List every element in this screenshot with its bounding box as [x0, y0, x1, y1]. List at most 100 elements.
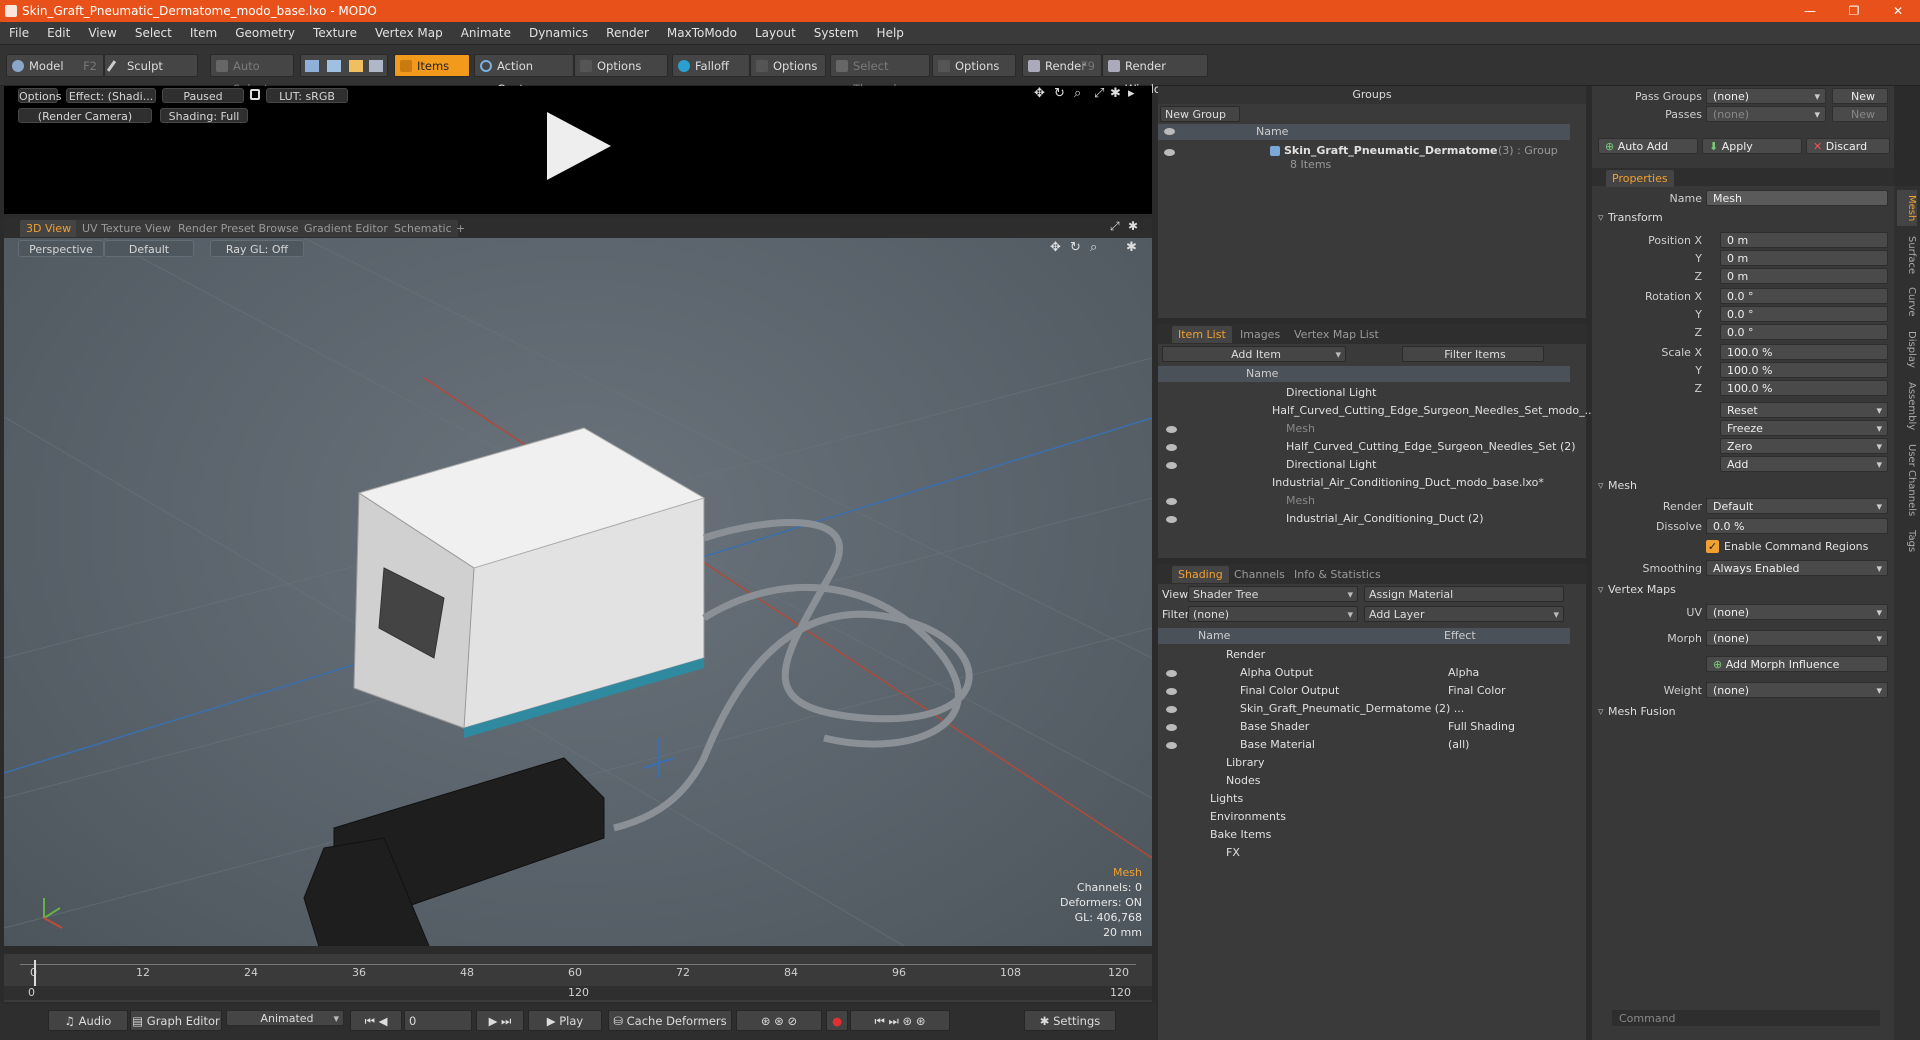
reset-dropdown[interactable]: Reset	[1720, 402, 1888, 419]
group-row[interactable]: Skin_Graft_Pneumatic_Dermatome (3) : Gro…	[1158, 142, 1570, 178]
model-mode-button[interactable]: Model F2	[6, 54, 104, 77]
shader-row[interactable]: Environments	[1210, 810, 1286, 823]
pan-icon[interactable]: ✥	[1050, 240, 1061, 255]
side-tab-surface[interactable]: Surface	[1897, 232, 1917, 278]
add-item-dropdown[interactable]: Add Item	[1162, 346, 1346, 363]
animated-dropdown[interactable]: Animated	[226, 1010, 344, 1027]
shader-row[interactable]: Final Color Output	[1240, 684, 1339, 697]
list-item[interactable]: Mesh	[1286, 422, 1315, 435]
smoothing-dropdown[interactable]: Always Enabled	[1706, 560, 1888, 577]
3d-viewport[interactable]: Perspective Default Ray GL: Off ✥ ↻ ⌕ ✱ …	[4, 238, 1152, 946]
record-icon[interactable]: ●	[826, 1010, 848, 1031]
transport-back-buttons[interactable]: ⏮ ◀	[350, 1010, 402, 1031]
action-center-button[interactable]: Action Center	[474, 54, 574, 96]
playhead[interactable]	[34, 960, 36, 986]
tab-info-statistics[interactable]: Info & Statistics	[1288, 566, 1387, 583]
side-tab-assembly[interactable]: Assembly	[1897, 378, 1917, 434]
default-style-dropdown[interactable]: Default	[104, 240, 194, 257]
dissolve-input[interactable]: 0.0 %	[1706, 518, 1888, 534]
list-item[interactable]: Industrial_Air_Conditioning_Duct (2)	[1286, 512, 1484, 525]
lut-dropdown[interactable]: LUT: sRGB	[266, 88, 348, 103]
close-button[interactable]: ✕	[1876, 0, 1920, 22]
visibility-icon[interactable]	[1166, 444, 1177, 451]
vertex-maps-section[interactable]: Vertex Maps	[1596, 582, 1888, 598]
menu-dynamics[interactable]: Dynamics	[520, 22, 597, 45]
position-z-input[interactable]: 0 m	[1720, 268, 1888, 284]
weight-dropdown[interactable]: (none)	[1706, 682, 1888, 699]
filter-items-input[interactable]: Filter Items	[1402, 346, 1544, 362]
shader-row[interactable]: Lights	[1210, 792, 1243, 805]
cache-deformers-button[interactable]: ⛁ Cache Deformers	[608, 1010, 732, 1031]
menu-maxtomodo[interactable]: MaxToModo	[658, 22, 746, 45]
edges-mode-icon[interactable]	[327, 60, 341, 72]
apply-button[interactable]: ⬇ Apply	[1702, 138, 1802, 154]
side-tab-tags[interactable]: Tags	[1897, 526, 1917, 556]
filter-dropdown[interactable]: (none)	[1188, 606, 1358, 623]
shader-row[interactable]: Nodes	[1226, 774, 1260, 787]
scale-z-input[interactable]: 100.0 %	[1720, 380, 1888, 396]
zoom-icon[interactable]: ⌕	[1090, 240, 1097, 255]
list-item[interactable]: Half_Curved_Cutting_Edge_Surgeon_Needles…	[1272, 404, 1595, 417]
visibility-icon[interactable]	[1166, 498, 1177, 505]
mesh-section[interactable]: Mesh	[1596, 478, 1888, 494]
expand-panel-icon[interactable]: ⤢	[1110, 219, 1120, 234]
menu-select[interactable]: Select	[126, 22, 181, 45]
add-tab-icon[interactable]: +	[450, 220, 471, 237]
render-window-button[interactable]: Render Window	[1102, 54, 1208, 96]
side-tab-mesh[interactable]: Mesh	[1897, 190, 1917, 226]
materials-mode-icon[interactable]	[369, 60, 383, 72]
visibility-icon[interactable]	[1166, 462, 1177, 469]
list-item[interactable]: Directional Light	[1286, 386, 1376, 399]
menu-vertex-map[interactable]: Vertex Map	[366, 22, 452, 45]
auto-add-button[interactable]: ⊕ Auto Add	[1598, 138, 1698, 154]
shading-dropdown[interactable]: Shading: Full	[160, 108, 248, 123]
uv-dropdown[interactable]: (none)	[1706, 604, 1888, 621]
tab-3d-view[interactable]: 3D View	[20, 220, 78, 237]
new-pass-button[interactable]: New	[1832, 106, 1888, 122]
falloff-button[interactable]: Falloff	[672, 54, 750, 77]
key-tools-buttons[interactable]: ⊛ ⊛ ⊘	[736, 1010, 822, 1031]
command-input[interactable]: Command	[1612, 1010, 1880, 1026]
render-camera-dropdown[interactable]: (Render Camera)	[18, 108, 152, 123]
effect-dropdown[interactable]: Final Color	[1448, 684, 1506, 697]
shader-row[interactable]: FX	[1226, 846, 1240, 859]
graph-editor-button[interactable]: ▤ Graph Editor	[130, 1010, 222, 1031]
timeline[interactable]: 0 12 24 36 48 60 72 84 96 108 120 0 120 …	[4, 954, 1152, 1002]
menu-edit[interactable]: Edit	[38, 22, 79, 45]
menu-animate[interactable]: Animate	[452, 22, 520, 45]
shader-row[interactable]: Render	[1226, 648, 1265, 661]
mesh-fusion-section[interactable]: Mesh Fusion	[1596, 704, 1888, 720]
frame-input[interactable]: 0	[404, 1010, 472, 1031]
view-settings-gear-icon[interactable]: ✱	[1126, 240, 1137, 255]
effect-dropdown[interactable]: Alpha	[1448, 666, 1479, 679]
menu-geometry[interactable]: Geometry	[226, 22, 304, 45]
visibility-icon[interactable]	[1166, 706, 1177, 713]
tab-uv-texture-view[interactable]: UV Texture View	[76, 220, 177, 237]
new-pass-group-button[interactable]: New	[1832, 88, 1888, 104]
enable-command-regions-checkbox[interactable]: ✓	[1706, 540, 1719, 553]
settings-button[interactable]: ✱ Settings	[1024, 1010, 1116, 1031]
menu-file[interactable]: File	[0, 22, 38, 45]
visibility-icon[interactable]	[1166, 426, 1177, 433]
tab-gradient-editor[interactable]: Gradient Editor	[298, 220, 394, 237]
zoom-view-icon[interactable]: ⌕	[1074, 86, 1081, 101]
effect-dropdown[interactable]: Full Shading	[1448, 720, 1515, 733]
action-center-options-button[interactable]: Options	[574, 54, 668, 77]
play-button[interactable]: ▶ Play	[528, 1010, 602, 1031]
tab-properties[interactable]: Properties	[1606, 170, 1674, 187]
passes-dropdown[interactable]: (none)	[1706, 106, 1826, 123]
effect-dropdown[interactable]: (all)	[1448, 738, 1469, 751]
zero-dropdown[interactable]: Zero	[1720, 438, 1888, 455]
preview-options-button[interactable]: Options	[18, 88, 61, 103]
select-through-button[interactable]: Select Through	[830, 54, 930, 96]
move-view-icon[interactable]: ✥	[1034, 86, 1045, 101]
viewport-settings-gear-icon[interactable]: ✱	[1128, 219, 1138, 233]
preview-effect-dropdown[interactable]: Effect: (Shadi...	[66, 88, 156, 103]
auto-select-button[interactable]: Auto Select	[210, 54, 294, 96]
rotation-x-input[interactable]: 0.0 °	[1720, 288, 1888, 304]
key-navigation-buttons[interactable]: ⏮ ⏭ ⊛ ⊛	[850, 1010, 950, 1031]
shader-row[interactable]: Library	[1226, 756, 1264, 769]
discard-button[interactable]: ✕ Discard	[1806, 138, 1890, 154]
list-item[interactable]: Mesh	[1286, 494, 1315, 507]
visibility-icon[interactable]	[1166, 670, 1177, 677]
